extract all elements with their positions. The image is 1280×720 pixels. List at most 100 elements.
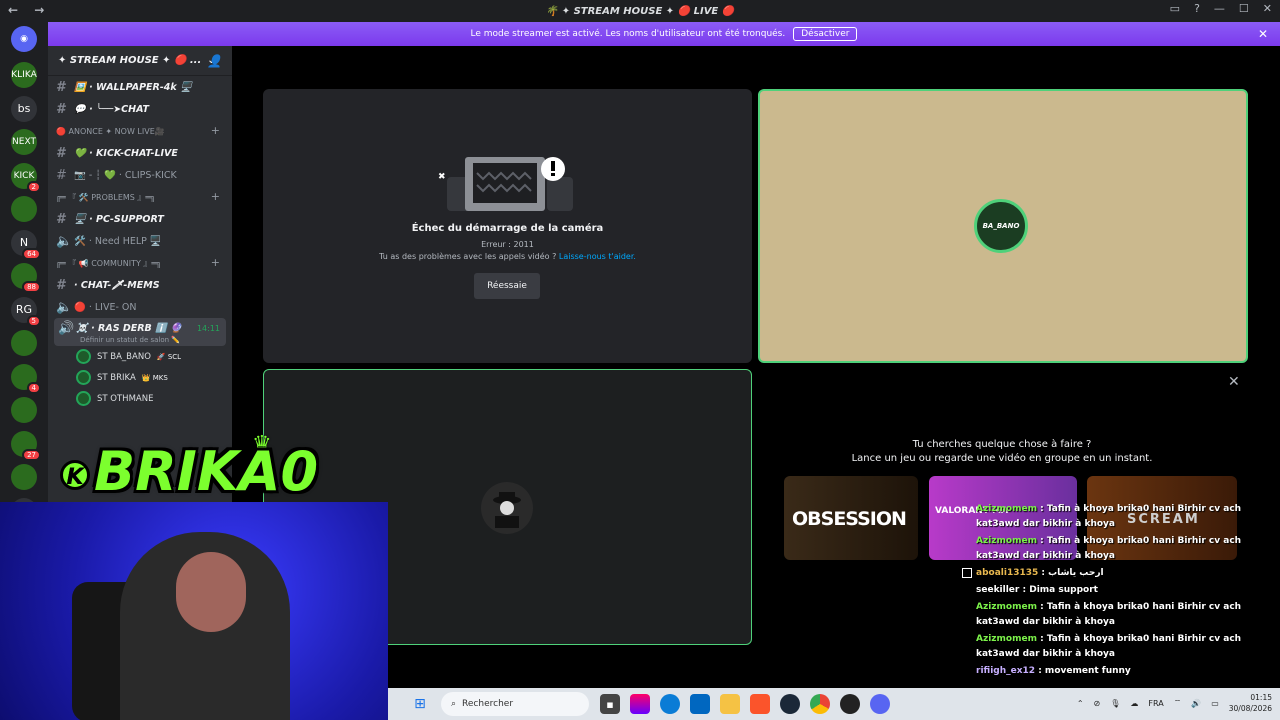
server-icon[interactable]: KLIKA: [11, 62, 37, 88]
obs-icon[interactable]: [840, 694, 860, 714]
add-member-icon[interactable]: 👤: [207, 54, 222, 68]
server-header[interactable]: ✦ STREAM HOUSE ✦ 🔴 ... ⌄ 👤: [48, 46, 232, 76]
category-header[interactable]: ╔═ 『 📢 COMMUNITY 』═╗ +: [48, 252, 232, 274]
voice-member[interactable]: ST OTHMANE: [48, 388, 232, 409]
chat-username: rifiigh_ex12: [976, 666, 1036, 676]
notification-badge: 64: [22, 247, 41, 260]
server-icon[interactable]: [11, 397, 37, 423]
cloud-icon[interactable]: ☁: [1130, 699, 1138, 708]
category-header[interactable]: ╔═ 『 🛠️ PROBLEMS 』═╗ +: [48, 186, 232, 208]
text-channel[interactable]: # 💚 · KICK-CHAT-LIVE: [48, 142, 232, 164]
store-icon[interactable]: [690, 694, 710, 714]
disable-streamer-button[interactable]: Désactiver: [793, 27, 858, 41]
member-name: ST BA_BANO: [97, 351, 151, 362]
chat-message: Azizmomem : Tafin à khoya brika0 hani Bi…: [960, 502, 1280, 532]
mic-icon[interactable]: 🎙: [1110, 699, 1120, 708]
text-channel[interactable]: # 💬 · ╰──➤CHAT: [48, 98, 232, 120]
help-icon[interactable]: ?: [1194, 2, 1200, 15]
discord-home-icon[interactable]: ◉: [11, 26, 37, 52]
retry-button[interactable]: Réessaie: [474, 273, 540, 299]
avatar: [76, 391, 91, 406]
voice-channel[interactable]: 🔈 🔴 · LIVE- ON: [48, 296, 232, 318]
windows-taskbar: ⊞ ⌕ Rechercher ▪ ⌃ ⊘ 🎙 ☁ FRA ⌔ 🔊 ▭ 01:15…: [388, 688, 1280, 720]
add-channel-icon[interactable]: +: [211, 256, 220, 269]
streamer-mode-banner: Le mode streamer est activé. Les noms d'…: [48, 22, 1280, 46]
inbox-icon[interactable]: ▭: [1170, 2, 1180, 15]
channel-label: · CHAT-🗡-MEMS: [74, 279, 160, 291]
file-explorer-icon[interactable]: [720, 694, 740, 714]
chat-message: Azizmomem : Tafin à khoya brika0 hani Bi…: [960, 534, 1280, 564]
voice-channel[interactable]: 🔈 🛠️ · Need HELP 🖥️: [48, 230, 232, 252]
server-icon[interactable]: [11, 196, 37, 222]
nav-arrows[interactable]: ← →: [8, 3, 50, 17]
minimize-button[interactable]: —: [1214, 2, 1225, 15]
add-channel-icon[interactable]: +: [211, 190, 220, 203]
server-icon[interactable]: [11, 330, 37, 356]
camera-error-help: Tu as des problèmes avec les appels vidé…: [263, 252, 752, 261]
system-tray: ⌃ ⊘ 🎙 ☁ FRA ⌔ 🔊 ▭ 01:15 30/08/2026: [1077, 692, 1272, 714]
server-icon[interactable]: bs: [11, 95, 37, 122]
copilot-icon[interactable]: [630, 694, 650, 714]
notification-badge: 5: [26, 314, 41, 327]
chat-message: seekiller : Dima support: [960, 583, 1280, 598]
server-icon[interactable]: [11, 464, 37, 490]
language-indicator[interactable]: FRA: [1148, 699, 1163, 708]
activity-card-obsession[interactable]: OBSESSION: [784, 476, 918, 560]
avatar: BA_BANO: [974, 199, 1028, 253]
text-channel[interactable]: # 📷 - ┆ 💚 · CLIPS-KICK: [48, 164, 232, 186]
edge-icon[interactable]: [660, 694, 680, 714]
text-channel[interactable]: # 🖼️ · WALLPAPER-4k 🖥️: [48, 76, 232, 98]
battery-icon[interactable]: ▭: [1211, 699, 1219, 708]
camera-error-illustration: ✖: [438, 157, 573, 211]
task-view-icon[interactable]: ▪: [600, 694, 620, 714]
close-banner-icon[interactable]: ✕: [1258, 27, 1268, 41]
webcam-overlay: [0, 502, 388, 720]
text-channel[interactable]: # · CHAT-🗡-MEMS: [48, 274, 232, 296]
server-icon[interactable]: 88: [11, 263, 41, 293]
server-icon[interactable]: 4: [11, 363, 41, 394]
maximize-button[interactable]: ☐: [1239, 2, 1249, 15]
stream-chat-overlay: Azizmomem : Tafin à khoya brika0 hani Bi…: [960, 502, 1280, 690]
volume-icon[interactable]: 🔊: [1191, 699, 1201, 708]
chevron-up-icon[interactable]: ⌃: [1077, 699, 1084, 708]
network-off-icon[interactable]: ⊘: [1094, 699, 1101, 708]
help-link[interactable]: Laisse-nous t'aider.: [559, 252, 636, 261]
clock-time: 01:15: [1250, 693, 1272, 702]
windows-start-icon[interactable]: ⊞: [410, 694, 430, 714]
hash-icon: #: [56, 145, 66, 161]
title-bar: ← → 🌴 ✦ STREAM HOUSE ✦ 🔴 LIVE 🔴 ▭ ? — ☐ …: [0, 0, 1280, 22]
active-voice-channel[interactable]: 🔊 ☠️ · RAS DERB ℹ️ 🔮 Définir un statut d…: [54, 318, 226, 346]
voice-member[interactable]: ST BA_BANO 🚀 SCL: [48, 346, 232, 367]
channel-label: 💚 · KICK-CHAT-LIVE: [74, 147, 178, 159]
chrome-icon[interactable]: [810, 694, 830, 714]
taskbar-search[interactable]: ⌕ Rechercher: [441, 692, 589, 716]
active-channel-label: ☠️ · RAS DERB ℹ️ 🔮: [76, 322, 183, 334]
chat-username: seekiller: [976, 585, 1020, 595]
steam-icon[interactable]: [780, 694, 800, 714]
notification-badge: 2: [26, 180, 41, 193]
close-activity-icon[interactable]: ✕: [1228, 374, 1240, 390]
channel-label: 🔴 · LIVE- ON: [74, 301, 137, 313]
wifi-icon[interactable]: ⌔: [1174, 698, 1182, 708]
user-tile-speaking[interactable]: BA_BANO: [758, 89, 1248, 363]
category-label: ╔═ 『 📢 COMMUNITY 』═╗: [56, 258, 162, 268]
speaker-icon: 🔊: [58, 320, 75, 336]
server-icon[interactable]: N 64: [11, 229, 41, 260]
server-icon[interactable]: KICK 2: [11, 162, 41, 193]
server-icon[interactable]: RG 5: [11, 296, 41, 327]
card-title: OBSESSION: [792, 508, 907, 530]
banner-text: Le mode streamer est activé. Les noms d'…: [470, 29, 786, 39]
close-window-button[interactable]: ✕: [1263, 2, 1272, 15]
server-icon[interactable]: 27: [11, 430, 41, 461]
discord-taskbar-icon[interactable]: [870, 694, 890, 714]
voice-member[interactable]: ST BRIKA 👑 MKS: [48, 367, 232, 388]
brave-icon[interactable]: [750, 694, 770, 714]
add-channel-icon[interactable]: +: [211, 124, 220, 137]
text-channel[interactable]: # 🖥️ · PC-SUPPORT: [48, 208, 232, 230]
notification-badge: 88: [22, 281, 41, 293]
channel-status[interactable]: Définir un statut de salon ✏️: [58, 336, 180, 344]
server-icon[interactable]: NEXT: [11, 129, 37, 155]
category-header[interactable]: 🔴 ANONCE ✦ NOW LIVE🎥 +: [48, 120, 232, 142]
clock[interactable]: 01:15 30/08/2026: [1229, 692, 1272, 714]
server-icon-label: KLIKA: [11, 70, 37, 80]
